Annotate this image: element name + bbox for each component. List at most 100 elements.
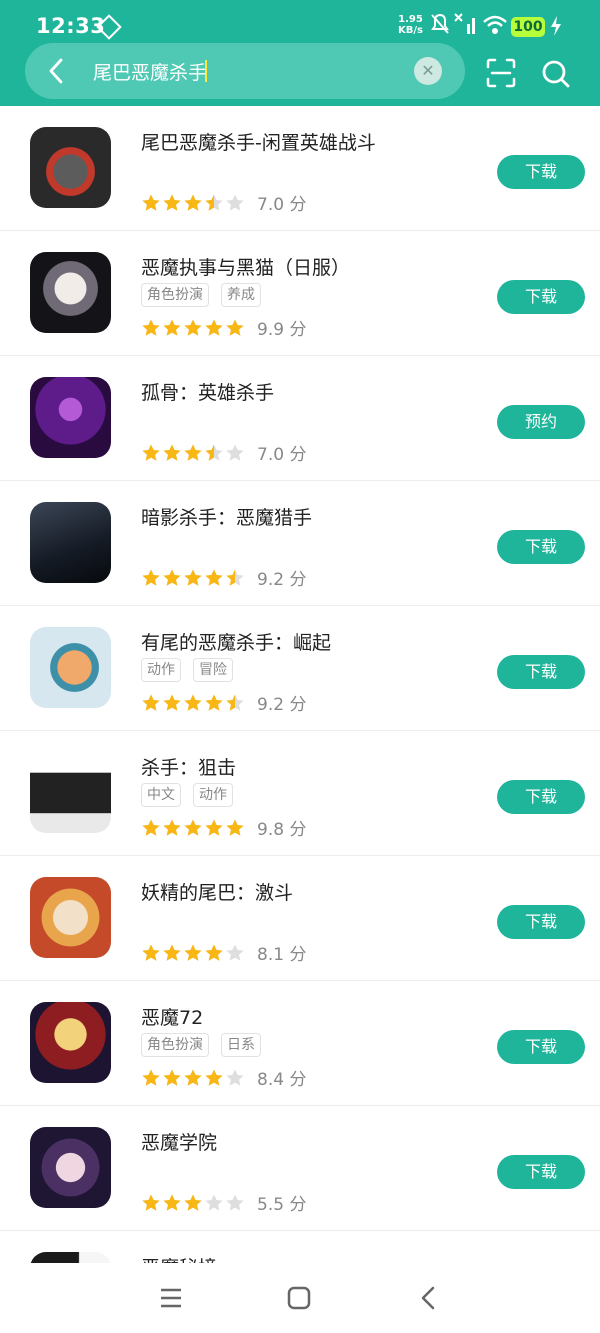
app-score: 8.4 分 xyxy=(257,1070,307,1090)
app-title[interactable]: 暗影杀手：恶魔猎手 xyxy=(141,503,312,530)
app-list-item[interactable]: 恶魔72 角色扮演 日系 8.4 分 下载 xyxy=(0,981,600,1106)
app-title[interactable]: 恶魔执事与黑猫（日服） xyxy=(141,253,350,280)
star-full-icon xyxy=(205,944,223,961)
app-icon[interactable] xyxy=(30,252,111,333)
app-icon[interactable] xyxy=(30,752,111,833)
app-title[interactable]: 妖精的尾巴：激斗 xyxy=(141,878,293,905)
star-full-icon xyxy=(184,569,202,586)
star-empty-icon xyxy=(226,194,244,211)
download-button[interactable]: 下载 xyxy=(497,1030,585,1064)
home-icon[interactable] xyxy=(286,1285,312,1311)
app-icon[interactable] xyxy=(30,502,111,583)
app-score: 8.1 分 xyxy=(257,945,307,965)
star-full-icon xyxy=(163,694,181,711)
search-box[interactable] xyxy=(25,43,465,99)
star-half-icon xyxy=(226,569,244,586)
app-tag: 角色扮演 xyxy=(141,283,209,307)
reserve-button[interactable]: 预约 xyxy=(497,405,585,439)
app-list-item[interactable]: 杀手：狙击 中文 动作 9.8 分 下载 xyxy=(0,731,600,856)
star-full-icon xyxy=(226,319,244,336)
app-icon[interactable] xyxy=(30,127,111,208)
app-title[interactable]: 杀手：狙击 xyxy=(141,753,236,780)
text-caret xyxy=(205,60,207,82)
app-title[interactable]: 孤骨：英雄杀手 xyxy=(141,378,274,405)
app-list-item[interactable]: 孤骨：英雄杀手 7.0 分 预约 xyxy=(0,356,600,481)
download-button[interactable]: 下载 xyxy=(497,280,585,314)
star-full-icon xyxy=(163,944,181,961)
mute-bell-icon xyxy=(431,13,449,34)
scan-icon[interactable] xyxy=(486,58,516,88)
app-rating: 9.9 分 xyxy=(141,315,306,340)
star-full-icon xyxy=(226,819,244,836)
download-button[interactable]: 下载 xyxy=(497,1155,585,1189)
star-full-icon xyxy=(163,819,181,836)
app-title[interactable]: 恶魔学院 xyxy=(141,1128,217,1155)
app-title[interactable]: 恶魔72 xyxy=(141,1003,203,1030)
app-list-item[interactable]: 恶魔秘境 xyxy=(0,1231,600,1263)
system-nav-bar xyxy=(0,1263,600,1333)
app-tag: 中文 xyxy=(141,783,181,807)
network-speed: 1.95 KB/s xyxy=(398,14,423,36)
app-score: 7.0 分 xyxy=(257,195,307,215)
star-empty-icon xyxy=(226,1194,244,1211)
star-full-icon xyxy=(184,194,202,211)
recent-apps-icon[interactable] xyxy=(158,1285,184,1311)
app-title[interactable]: 尾巴恶魔杀手-闲置英雄战斗 xyxy=(141,128,376,155)
star-full-icon xyxy=(142,444,160,461)
star-full-icon xyxy=(184,1069,202,1086)
rating-stars xyxy=(141,443,245,463)
search-input[interactable]: 尾巴恶魔杀手 xyxy=(93,58,207,85)
star-empty-icon xyxy=(226,1069,244,1086)
network-speed-unit: KB/s xyxy=(398,25,423,36)
rating-stars xyxy=(141,1193,245,1213)
app-list-item[interactable]: 恶魔学院 5.5 分 下载 xyxy=(0,1106,600,1231)
app-tags: 动作 冒险 xyxy=(141,658,233,682)
app-tags: 角色扮演 日系 xyxy=(141,1033,261,1057)
nav-back-icon[interactable] xyxy=(416,1285,442,1311)
app-title[interactable]: 有尾的恶魔杀手：崛起 xyxy=(141,628,331,655)
app-list-item[interactable]: 有尾的恶魔杀手：崛起 动作 冒险 9.2 分 下载 xyxy=(0,606,600,731)
download-button[interactable]: 下载 xyxy=(497,155,585,189)
app-list-item[interactable]: 尾巴恶魔杀手-闲置英雄战斗 7.0 分 下载 xyxy=(0,106,600,231)
network-speed-value: 1.95 xyxy=(398,14,423,25)
back-arrow-icon[interactable] xyxy=(40,55,72,87)
download-button[interactable]: 下载 xyxy=(497,905,585,939)
no-signal-icon xyxy=(454,13,475,34)
app-icon[interactable] xyxy=(30,1252,111,1263)
app-score: 9.9 分 xyxy=(257,320,307,340)
download-button[interactable]: 下载 xyxy=(497,655,585,689)
star-full-icon xyxy=(163,194,181,211)
star-full-icon xyxy=(163,444,181,461)
download-button[interactable]: 下载 xyxy=(497,780,585,814)
star-full-icon xyxy=(142,1069,160,1086)
rating-stars xyxy=(141,318,245,338)
star-full-icon xyxy=(184,819,202,836)
rating-stars xyxy=(141,1068,245,1088)
clear-search-button[interactable]: ✕ xyxy=(414,57,442,85)
app-icon[interactable] xyxy=(30,1002,111,1083)
star-full-icon xyxy=(142,194,160,211)
app-list-item[interactable]: 恶魔执事与黑猫（日服） 角色扮演 养成 9.9 分 下载 xyxy=(0,231,600,356)
star-half-icon xyxy=(226,694,244,711)
star-full-icon xyxy=(142,694,160,711)
rating-stars xyxy=(141,568,245,588)
status-time: 12:33 xyxy=(36,14,106,38)
star-full-icon xyxy=(184,694,202,711)
app-tag: 日系 xyxy=(221,1033,261,1057)
app-icon[interactable] xyxy=(30,627,111,708)
app-rating: 7.0 分 xyxy=(141,440,306,465)
star-full-icon xyxy=(184,1194,202,1211)
app-icon[interactable] xyxy=(30,877,111,958)
app-rating: 9.8 分 xyxy=(141,815,306,840)
app-rating: 5.5 分 xyxy=(141,1190,306,1215)
app-icon[interactable] xyxy=(30,377,111,458)
app-title[interactable]: 恶魔秘境 xyxy=(141,1253,217,1263)
download-button[interactable]: 下载 xyxy=(497,530,585,564)
wifi-icon xyxy=(483,15,507,34)
app-icon[interactable] xyxy=(30,1127,111,1208)
rating-stars xyxy=(141,818,245,838)
app-list-item[interactable]: 暗影杀手：恶魔猎手 9.2 分 下载 xyxy=(0,481,600,606)
app-tag: 冒险 xyxy=(193,658,233,682)
search-icon[interactable] xyxy=(540,58,572,90)
app-list-item[interactable]: 妖精的尾巴：激斗 8.1 分 下载 xyxy=(0,856,600,981)
